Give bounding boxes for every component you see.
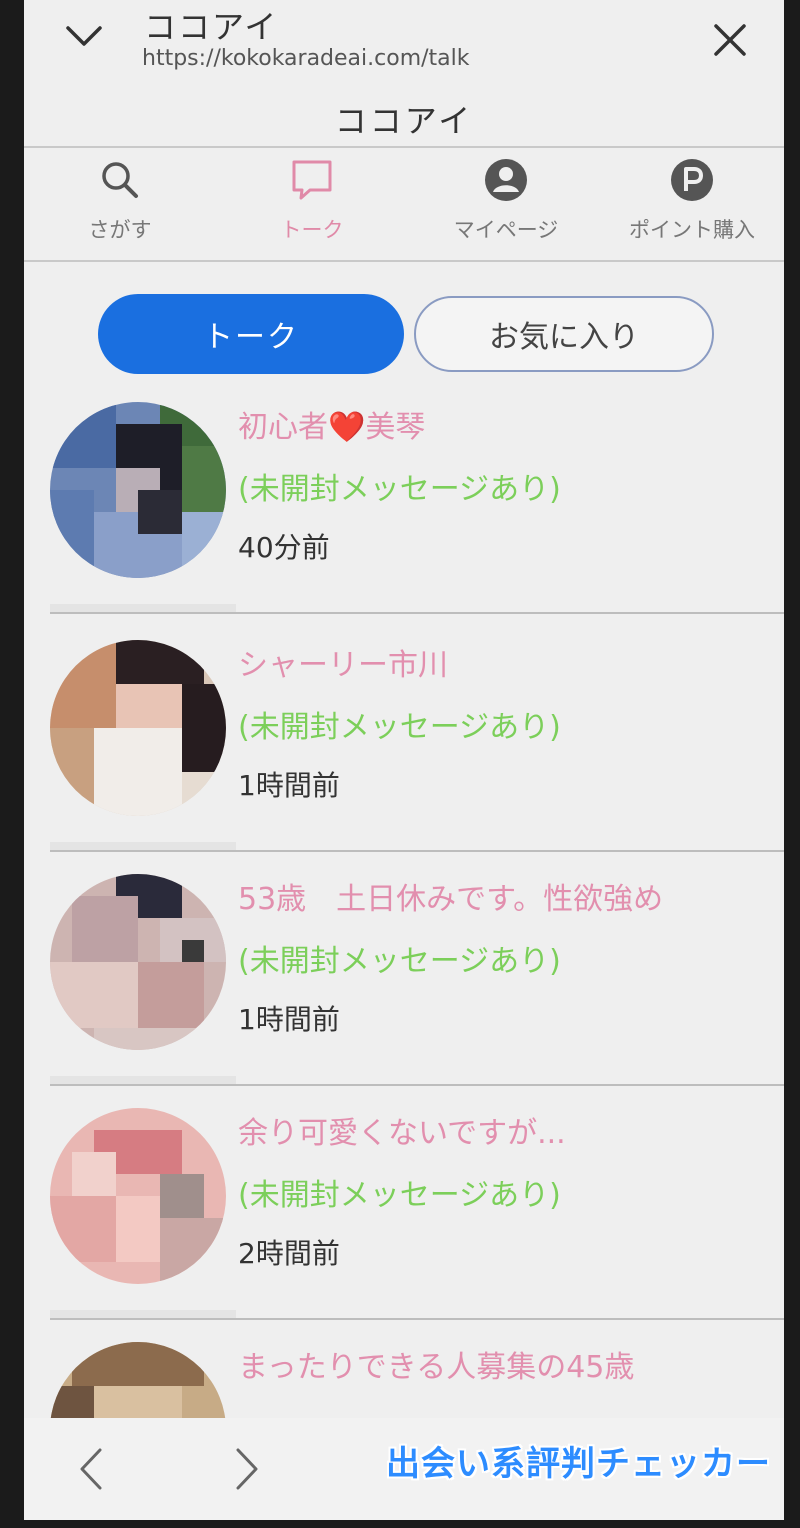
- nav-item-points[interactable]: ポイント購入: [612, 150, 772, 244]
- row-divider: [50, 1318, 784, 1320]
- nav-label-mypage: マイページ: [453, 218, 559, 242]
- talk-time: 1時間前: [238, 769, 340, 802]
- browser-bar: ココアイ https://kokokaradeai.com/talk: [24, 0, 784, 90]
- unread-status: (未開封メッセージあり): [238, 710, 561, 745]
- row-shadow: [50, 842, 236, 850]
- chat-icon: [292, 160, 332, 200]
- points-icon: [671, 159, 713, 201]
- row-divider: [50, 850, 784, 852]
- row-divider: [50, 612, 784, 614]
- main-nav: さがす トーク マイページ ポイント購入: [24, 150, 784, 258]
- nav-item-mypage[interactable]: マイページ: [426, 150, 586, 244]
- talk-row[interactable]: 初心者❤️美琴 (未開封メッセージあり) 40分前: [24, 388, 784, 622]
- talk-row[interactable]: シャーリー市川 (未開封メッセージあり) 1時間前: [24, 626, 784, 860]
- row-shadow: [50, 1076, 236, 1084]
- talk-row[interactable]: 53歳 土日休みです。性欲強め (未開封メッセージあり) 1時間前: [24, 860, 784, 1094]
- talk-name: 53歳 土日休みです。性欲強め: [238, 882, 664, 917]
- page-title: ココアイ: [334, 102, 474, 140]
- nav-item-search[interactable]: さがす: [40, 150, 200, 244]
- tab-talk[interactable]: トーク: [98, 294, 404, 374]
- unread-status: (未開封メッセージあり): [238, 472, 561, 507]
- talk-row[interactable]: まったりできる人募集の45歳: [24, 1328, 784, 1418]
- talk-name: 余り可愛くないですが...: [238, 1116, 566, 1151]
- watermark: 出会い系評判チェッカー: [386, 1444, 771, 1484]
- talk-time: 1時間前: [238, 1003, 340, 1036]
- nav-item-talk[interactable]: トーク: [232, 150, 392, 244]
- talk-name: シャーリー市川: [238, 648, 448, 683]
- nav-label-talk: トーク: [280, 218, 344, 242]
- row-shadow: [50, 1310, 236, 1318]
- unread-status: (未開封メッセージあり): [238, 1178, 561, 1213]
- talk-time: 40分前: [238, 531, 330, 564]
- talk-name: 初心者❤️美琴: [238, 410, 426, 445]
- close-icon[interactable]: [708, 18, 752, 62]
- search-icon: [102, 162, 138, 198]
- chevron-down-icon[interactable]: [62, 14, 106, 58]
- tab-favorites[interactable]: お気に入り: [414, 296, 714, 372]
- nav-label-search: さがす: [88, 218, 152, 242]
- talk-time: 2時間前: [238, 1237, 340, 1270]
- back-arrow-icon[interactable]: [74, 1446, 106, 1492]
- site-title: ココアイ: [144, 8, 279, 46]
- avatar: [50, 874, 226, 1050]
- divider: [24, 146, 784, 148]
- talk-list: 初心者❤️美琴 (未開封メッセージあり) 40分前 シャーリー市川 (未開封メッ…: [24, 388, 784, 1418]
- talk-row[interactable]: 余り可愛くないですが... (未開封メッセージあり) 2時間前: [24, 1094, 784, 1328]
- row-divider: [50, 1084, 784, 1086]
- unread-status: (未開封メッセージあり): [238, 944, 561, 979]
- divider: [24, 260, 784, 262]
- avatar: [50, 1108, 226, 1284]
- nav-label-points: ポイント購入: [629, 218, 755, 242]
- avatar: [50, 640, 226, 816]
- forward-arrow-icon[interactable]: [232, 1446, 264, 1492]
- row-shadow: [50, 604, 236, 612]
- phone-screen: ココアイ https://kokokaradeai.com/talk ココアイ …: [24, 0, 784, 1520]
- avatar: [50, 402, 226, 578]
- talk-name: まったりできる人募集の45歳: [238, 1350, 635, 1385]
- user-icon: [485, 159, 527, 201]
- site-url: https://kokokaradeai.com/talk: [142, 46, 470, 71]
- avatar: [50, 1342, 226, 1418]
